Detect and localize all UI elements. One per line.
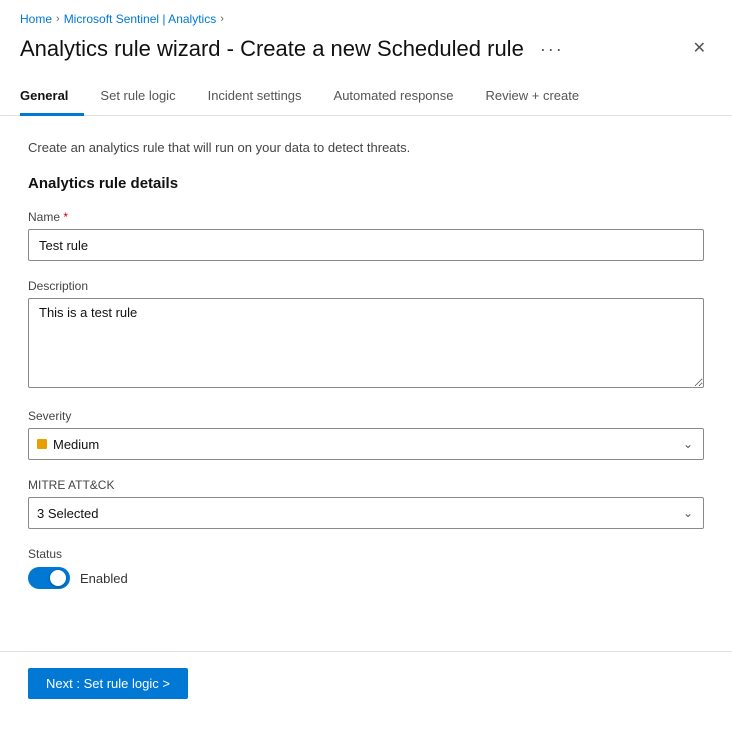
description-label: Description — [28, 279, 704, 293]
ellipsis-button[interactable]: ··· — [534, 37, 570, 62]
mitre-value: 3 Selected — [37, 506, 98, 521]
breadcrumb: Home › Microsoft Sentinel | Analytics › — [0, 0, 732, 32]
title-row: Analytics rule wizard - Create a new Sch… — [20, 36, 570, 62]
tabs-bar: General Set rule logic Incident settings… — [0, 78, 732, 116]
mitre-chevron-icon: ⌄ — [683, 506, 693, 520]
name-group: Name * — [28, 210, 704, 261]
tab-set-rule-logic[interactable]: Set rule logic — [84, 78, 191, 116]
name-required: * — [60, 210, 68, 224]
intro-text: Create an analytics rule that will run o… — [28, 140, 704, 155]
mitre-label: MITRE ATT&CK — [28, 478, 704, 492]
severity-select-wrapper: Medium ⌄ — [28, 428, 704, 460]
status-toggle[interactable] — [28, 567, 70, 589]
mitre-select-wrapper: 3 Selected ⌄ — [28, 497, 704, 529]
section-title: Analytics rule details — [28, 175, 704, 192]
severity-group: Severity Medium ⌄ — [28, 409, 704, 460]
severity-chevron-icon: ⌄ — [683, 437, 693, 451]
name-input[interactable] — [28, 229, 704, 261]
severity-indicator — [37, 439, 47, 449]
name-label: Name * — [28, 210, 704, 224]
status-label: Status — [28, 547, 704, 561]
footer: Next : Set rule logic > — [0, 651, 732, 715]
breadcrumb-home[interactable]: Home — [20, 12, 52, 26]
tab-review-create[interactable]: Review + create — [470, 78, 596, 116]
close-button[interactable]: ✕ — [687, 37, 712, 61]
breadcrumb-sentinel[interactable]: Microsoft Sentinel | Analytics — [64, 12, 217, 26]
status-toggle-label: Enabled — [80, 571, 128, 586]
status-row: Enabled — [28, 567, 704, 589]
page-header: Analytics rule wizard - Create a new Sch… — [0, 32, 732, 78]
main-content: Create an analytics rule that will run o… — [0, 116, 732, 631]
mitre-group: MITRE ATT&CK 3 Selected ⌄ — [28, 478, 704, 529]
tab-incident-settings[interactable]: Incident settings — [192, 78, 318, 116]
mitre-select[interactable]: 3 Selected ⌄ — [28, 497, 704, 529]
next-button[interactable]: Next : Set rule logic > — [28, 668, 188, 699]
breadcrumb-sep1: › — [56, 13, 60, 25]
breadcrumb-sep2: › — [220, 13, 224, 25]
severity-value: Medium — [53, 437, 99, 452]
status-group: Status Enabled — [28, 547, 704, 589]
tab-automated-response[interactable]: Automated response — [318, 78, 470, 116]
description-textarea[interactable]: This is a test rule — [28, 298, 704, 388]
severity-label: Severity — [28, 409, 704, 423]
tab-general[interactable]: General — [20, 78, 84, 116]
toggle-thumb — [50, 570, 66, 586]
page-title: Analytics rule wizard - Create a new Sch… — [20, 36, 524, 62]
description-group: Description This is a test rule — [28, 279, 704, 391]
severity-select[interactable]: Medium ⌄ — [28, 428, 704, 460]
